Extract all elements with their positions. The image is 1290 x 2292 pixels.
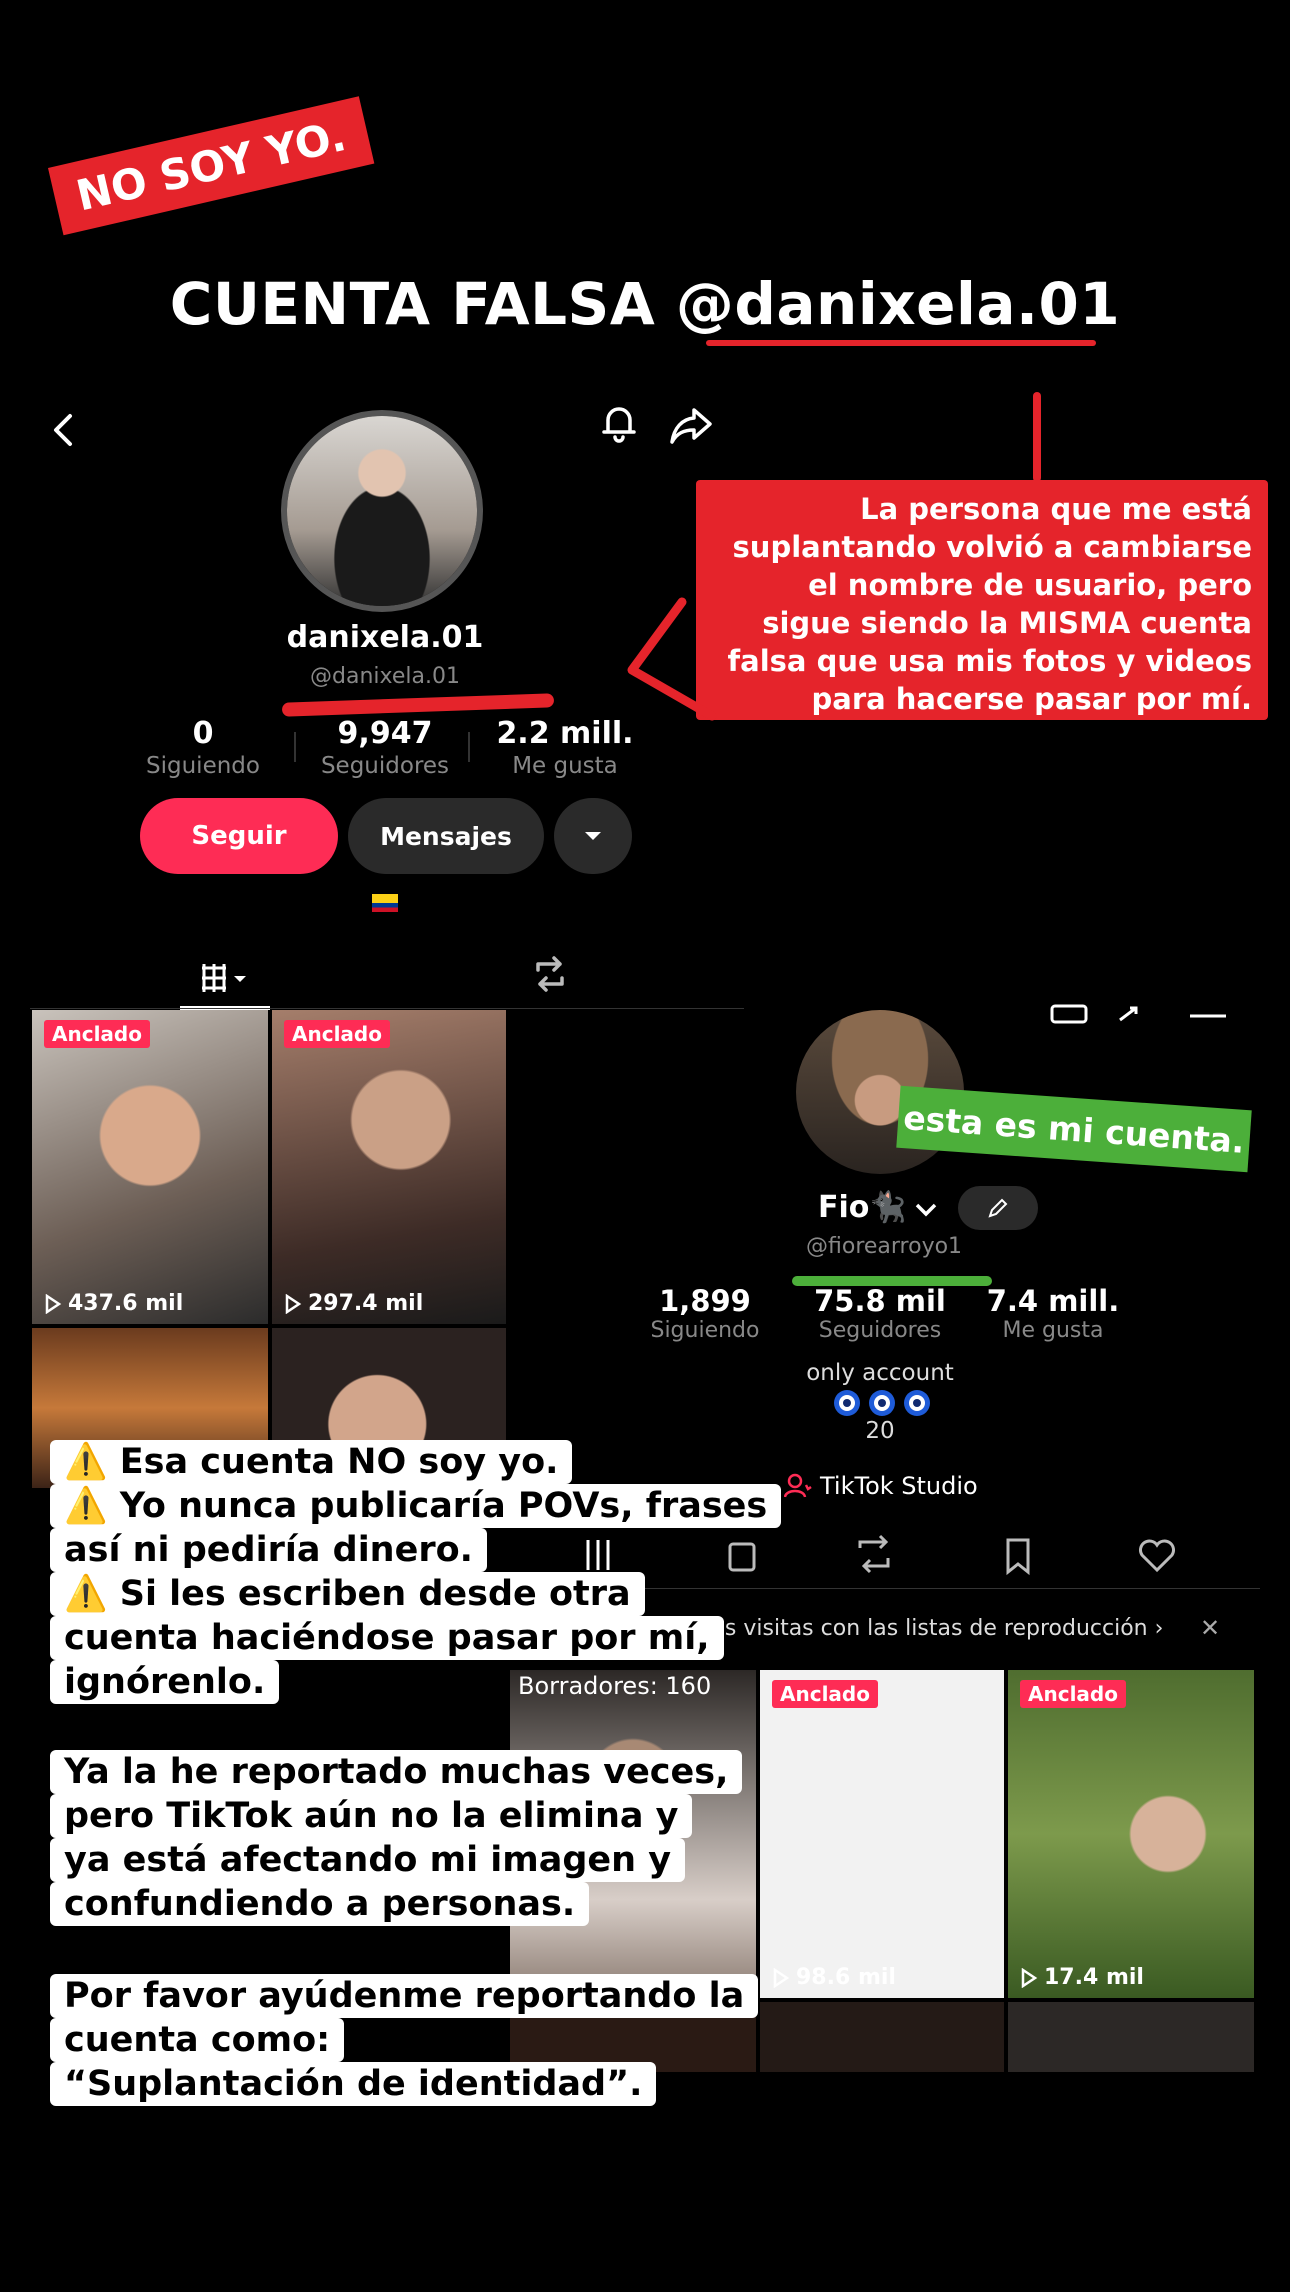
green-note-label: esta es mi cuenta. <box>896 1085 1252 1173</box>
pinned-badge: Anclado <box>1020 1680 1126 1708</box>
play-icon <box>1021 1967 1038 1988</box>
help-quote: “Suplantación de identidad”. <box>50 2062 657 2106</box>
bell-icon[interactable] <box>596 400 642 446</box>
share-icon[interactable] <box>668 402 714 448</box>
title-underline <box>706 340 1096 346</box>
real-video-thumbnail[interactable] <box>760 2002 1004 2072</box>
chevron-down-icon[interactable] <box>913 1199 939 1219</box>
real-video-thumbnail[interactable] <box>1008 2002 1254 2072</box>
view-count: 297.4 mil <box>284 1291 423 1316</box>
messages-button[interactable]: Mensajes <box>348 798 544 874</box>
real-profile-handle: @fiorearroyo1 <box>806 1234 963 1259</box>
fake-stat-followers[interactable]: 9,947 Seguidores <box>300 716 470 779</box>
view-count: 437.6 mil <box>44 1291 183 1316</box>
real-profile-name: Fio🐈‍⬛ <box>818 1190 939 1225</box>
warning-line: ⚠️ Si les escriben desde otra cuenta hac… <box>50 1572 724 1704</box>
tabs-divider <box>30 1008 744 1009</box>
fake-profile-name: danixela.01 <box>286 620 484 655</box>
profile-bio-count: 20 <box>865 1418 895 1444</box>
red-arrow-icon <box>627 597 717 721</box>
real-stat-followers[interactable]: 75.8 mil Seguidores <box>795 1284 965 1343</box>
warnings-note: ⚠️ Esa cuenta NO soy yo. ⚠️ Yo nunca pub… <box>50 1440 782 1704</box>
view-count: 98.6 mil <box>772 1965 896 1990</box>
red-underline-mark <box>281 693 555 717</box>
play-icon <box>773 1967 790 1988</box>
tiktok-studio-link[interactable]: TikTok Studio <box>784 1472 978 1500</box>
report-note: Ya la he reportado muchas veces, pero Ti… <box>50 1750 743 1926</box>
warning-line: ⚠️ Esa cuenta NO soy yo. <box>50 1440 573 1484</box>
follow-button[interactable]: Seguir <box>140 798 338 874</box>
more-options-button[interactable] <box>554 798 632 874</box>
no-soy-yo-badge: NO SOY YO. <box>48 96 374 236</box>
stat-divider <box>468 732 470 762</box>
fake-video-thumbnail[interactable]: Anclado 297.4 mil <box>272 1010 506 1324</box>
help-text: Por favor ayúdenme reportando la cuenta … <box>50 1974 759 2062</box>
close-icon[interactable]: ✕ <box>1200 1614 1220 1642</box>
repost-tab-icon[interactable] <box>528 952 572 996</box>
videos-grid-tab-icon[interactable] <box>196 958 256 998</box>
view-count: 17.4 mil <box>1020 1965 1144 1990</box>
real-stat-likes: 7.4 mill. Me gusta <box>986 1284 1120 1343</box>
warning-line: ⚠️ Yo nunca publicaría POVs, frases así … <box>50 1484 782 1572</box>
real-video-thumbnail[interactable]: Anclado 17.4 mil <box>1008 1670 1254 1998</box>
stat-divider <box>294 732 296 762</box>
studio-icon <box>784 1473 812 1498</box>
red-pointer-line <box>1033 392 1041 482</box>
profile-top-icons[interactable] <box>1050 1002 1230 1026</box>
page-title: CUENTA FALSA @danixela.01 <box>169 270 1121 338</box>
back-arrow-icon[interactable] <box>48 410 78 450</box>
real-stat-following[interactable]: 1,899 Siguiendo <box>620 1284 790 1343</box>
colombia-flag-icon <box>372 894 398 912</box>
report-text: Ya la he reportado muchas veces, pero Ti… <box>50 1750 743 1926</box>
red-explanation-note: La persona que me está suplantando volvi… <box>696 480 1268 720</box>
caret-down-icon <box>585 832 601 840</box>
play-icon <box>45 1293 62 1314</box>
pinned-badge: Anclado <box>284 1020 390 1048</box>
fake-video-thumbnail[interactable]: Anclado 437.6 mil <box>32 1010 268 1324</box>
fake-stat-following[interactable]: 0 Siguiendo <box>118 716 288 779</box>
pinned-badge: Anclado <box>44 1020 150 1048</box>
profile-bio: only account <box>806 1360 954 1386</box>
fake-profile-handle: @danixela.01 <box>310 664 460 689</box>
edit-profile-button[interactable] <box>958 1186 1038 1230</box>
evil-eye-icon <box>834 1390 930 1416</box>
help-note: Por favor ayúdenme reportando la cuenta … <box>50 1974 759 2106</box>
fake-profile-avatar[interactable] <box>281 410 483 612</box>
pencil-icon <box>988 1198 1008 1218</box>
play-icon <box>285 1293 302 1314</box>
real-video-thumbnail[interactable]: Anclado 98.6 mil <box>760 1670 1004 1998</box>
pinned-badge: Anclado <box>772 1680 878 1708</box>
